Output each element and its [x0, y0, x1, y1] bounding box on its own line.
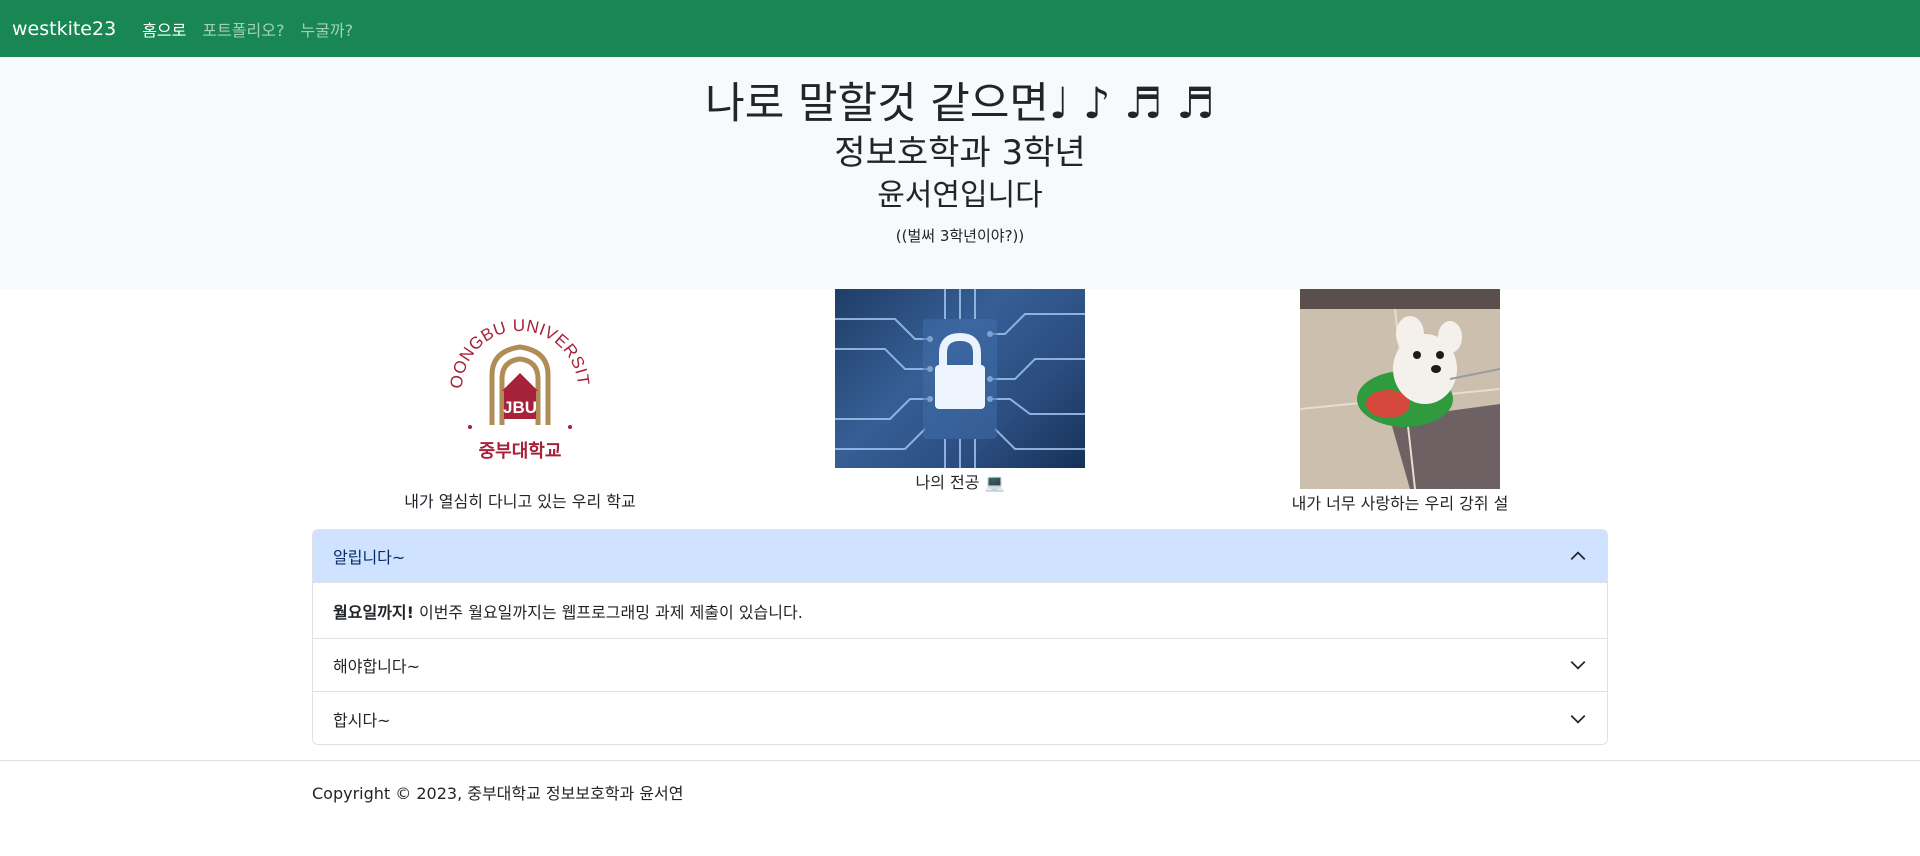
accordion-body-text: 이번주 월요일까지는 웹프로그래밍 과제 제출이 있습니다.	[413, 602, 803, 622]
chevron-down-icon	[1570, 661, 1586, 670]
logo-caption: 내가 열심히 다니고 있는 우리 학교	[404, 492, 636, 511]
accordion-header-todo[interactable]: 해야합니다~	[313, 639, 1607, 692]
dog-caption: 내가 너무 사랑하는 우리 강쥐 설	[1291, 494, 1509, 513]
hero-section: 나로 말할것 같으면♩ ♪ ♬ ♬ 정보호학과 3학년 윤서연입니다 ((벌써 …	[0, 57, 1920, 289]
footer-divider	[0, 760, 1920, 761]
logo-korean-text: 중부대학교	[479, 440, 562, 462]
accordion-body-notice: 월요일까지! 이번주 월요일까지는 웹프로그래밍 과제 제출이 있습니다.	[313, 583, 1607, 639]
accordion-title: 알립니다~	[333, 548, 406, 567]
accordion-title: 해야합니다~	[333, 657, 421, 676]
hero-small-text: ((벌써 3학년이야?))	[895, 227, 1025, 245]
accordion-body-bold: 월요일까지!	[333, 602, 414, 622]
hero-subtitle-name: 윤서연입니다	[877, 178, 1043, 213]
accordion-header-notice[interactable]: 알립니다~	[313, 530, 1607, 583]
university-logo: JOONGBU UNIVERSITY JBU 중부대학교	[434, 292, 600, 467]
top-navbar: westkite23 홈으로 포트폴리오? 누굴까?	[0, 0, 1920, 57]
nav-link-about[interactable]: 누굴까?	[300, 17, 353, 41]
cybersecurity-image	[835, 289, 1085, 468]
accordion-header-lets-do[interactable]: 합시다~	[313, 692, 1607, 744]
brand-link[interactable]: westkite23	[12, 18, 116, 40]
hero-subtitle-major: 정보호학과 3학년	[834, 133, 1086, 173]
nav-link-portfolio[interactable]: 포트폴리오?	[202, 17, 284, 41]
dog-photo	[1300, 289, 1500, 489]
chevron-down-icon	[1570, 714, 1586, 724]
logo-mark-text: JBU	[503, 398, 537, 417]
notice-accordion: 알립니다~ 월요일까지! 이번주 월요일까지는 웹프로그래밍 과제 제출이 있습…	[312, 529, 1608, 745]
accordion-title: 합시다~	[333, 710, 391, 730]
footer-copyright: Copyright © 2023, 중부대학교 정보보호학과 윤서연	[312, 784, 684, 803]
nav-link-home[interactable]: 홈으로	[142, 17, 186, 41]
hero-title: 나로 말할것 같으면♩ ♪ ♬ ♬	[705, 79, 1215, 129]
chevron-up-icon	[1570, 551, 1586, 560]
major-caption: 나의 전공 💻	[915, 473, 1005, 492]
